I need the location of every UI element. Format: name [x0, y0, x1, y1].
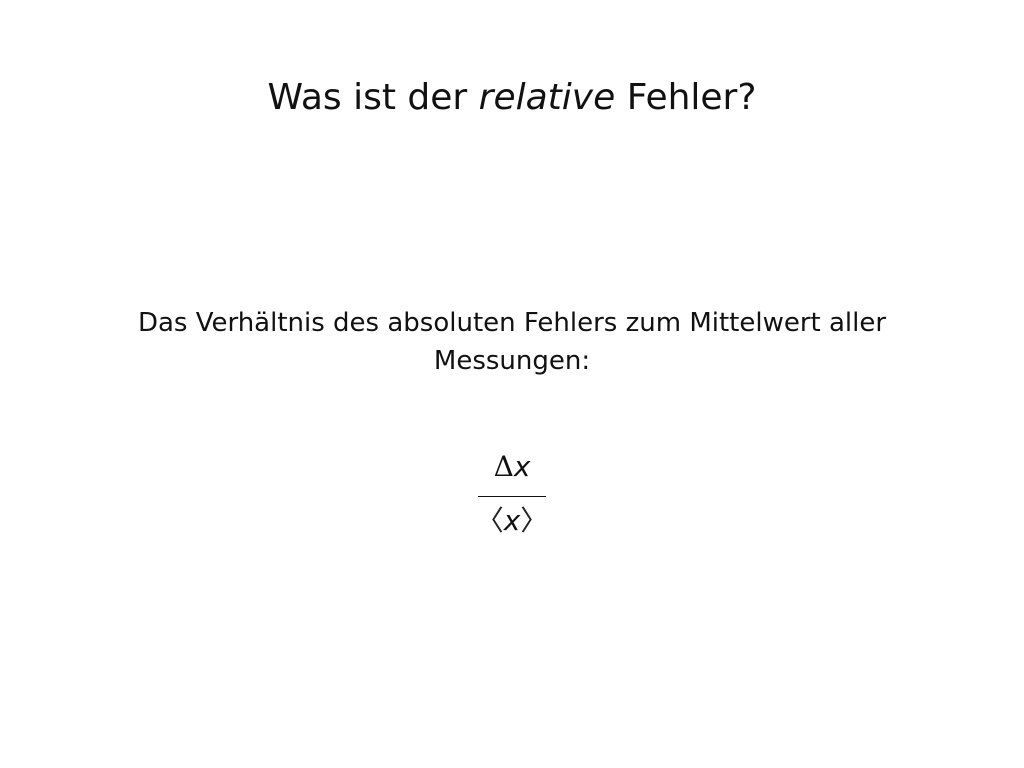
fraction-bar [478, 496, 546, 497]
formula-denominator: 〈x〉 [472, 500, 552, 542]
title-text-before: Was ist der [267, 77, 468, 118]
definition-line-2: Messungen: [433, 346, 591, 376]
relative-error-formula: Δx 〈x〉 [472, 446, 552, 546]
title-emphasis: relative [478, 77, 616, 118]
title-text-after: Fehler? [626, 77, 757, 118]
delta-symbol: Δ [493, 450, 514, 483]
definition-line-1: Das Verhältnis des absoluten Fehlers zum… [137, 308, 887, 338]
left-angle-bracket: 〈 [475, 504, 504, 537]
numerator-variable: x [513, 450, 531, 483]
formula-numerator: Δx [472, 446, 552, 488]
right-angle-bracket: 〉 [520, 504, 549, 537]
slide: Was ist der relative Fehler? Das Verhält… [0, 0, 1024, 768]
definition-text: Das Verhältnis des absoluten Fehlers zum… [80, 304, 944, 380]
slide-title: Was ist der relative Fehler? [0, 74, 1024, 122]
denominator-variable: x [503, 504, 521, 537]
